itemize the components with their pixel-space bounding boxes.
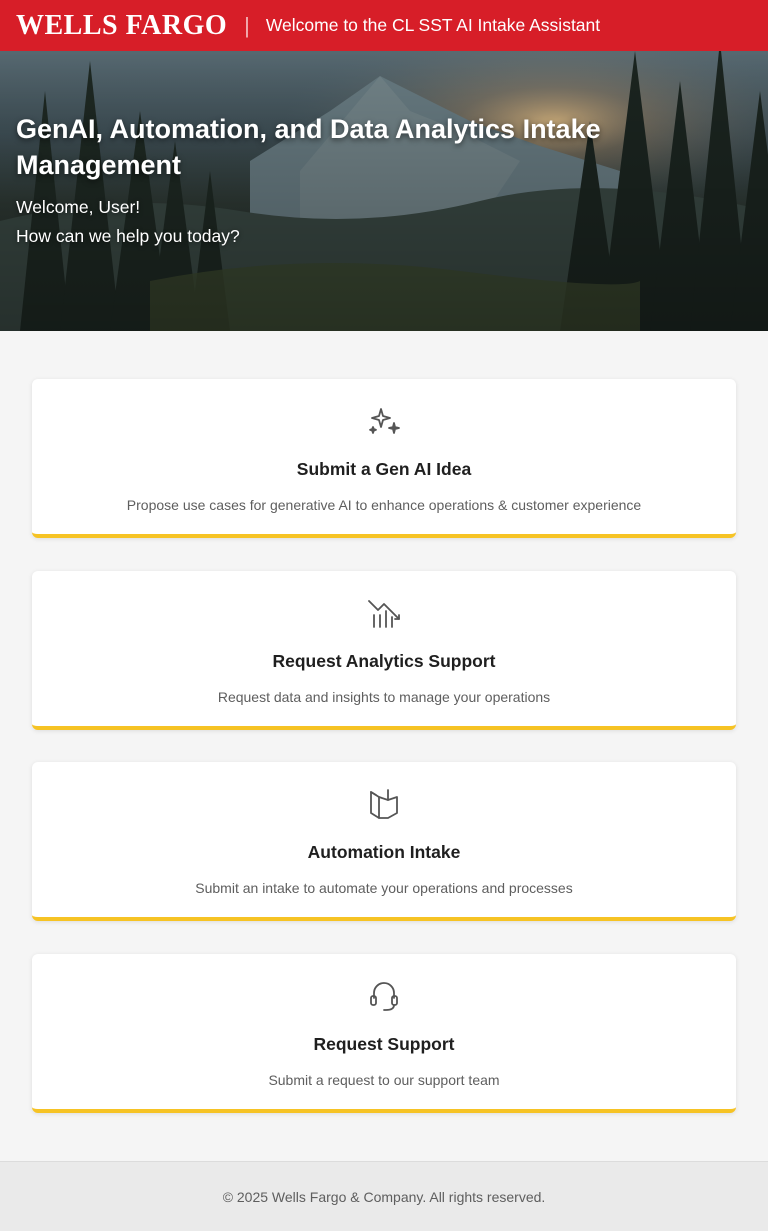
card-title: Request Analytics Support [272, 651, 496, 671]
card-analytics-support[interactable]: Request Analytics Support Request data a… [32, 571, 736, 730]
card-request-support[interactable]: Request Support Submit a request to our … [32, 954, 736, 1113]
card-gen-ai-idea[interactable]: Submit a Gen AI Idea Propose use cases f… [32, 379, 736, 538]
card-description: Propose use cases for generative AI to e… [126, 497, 642, 513]
top-header-bar: WELLS FARGO | Welcome to the CL SST AI I… [0, 0, 768, 51]
hero-text: GenAI, Automation, and Data Analytics In… [16, 111, 648, 251]
card-description: Request data and insights to manage your… [217, 689, 551, 705]
headset-icon [366, 978, 402, 1014]
help-prompt: How can we help you today? [16, 226, 240, 246]
card-title: Automation Intake [307, 842, 461, 862]
wells-fargo-logo[interactable]: WELLS FARGO [16, 11, 227, 40]
intake-options: Submit a Gen AI Idea Propose use cases f… [0, 331, 768, 1161]
sparkles-icon [366, 403, 402, 439]
card-description: Submit an intake to automate your operat… [195, 880, 573, 896]
page-footer: © 2025 Wells Fargo & Company. All rights… [0, 1161, 768, 1231]
card-title: Request Support [313, 1034, 455, 1054]
welcome-message: Welcome, User! [16, 197, 141, 217]
automation-flag-icon [366, 786, 402, 822]
hero-banner: GenAI, Automation, and Data Analytics In… [0, 51, 768, 331]
page-title: GenAI, Automation, and Data Analytics In… [16, 114, 601, 180]
card-description: Submit a request to our support team [268, 1072, 500, 1088]
card-title: Submit a Gen AI Idea [296, 459, 472, 479]
analytics-chart-icon [366, 595, 402, 631]
copyright-text: © 2025 Wells Fargo & Company. All rights… [222, 1188, 546, 1205]
card-automation-intake[interactable]: Automation Intake Submit an intake to au… [32, 762, 736, 921]
header-separator: | [244, 12, 250, 38]
header-title: Welcome to the CL SST AI Intake Assistan… [265, 14, 601, 35]
